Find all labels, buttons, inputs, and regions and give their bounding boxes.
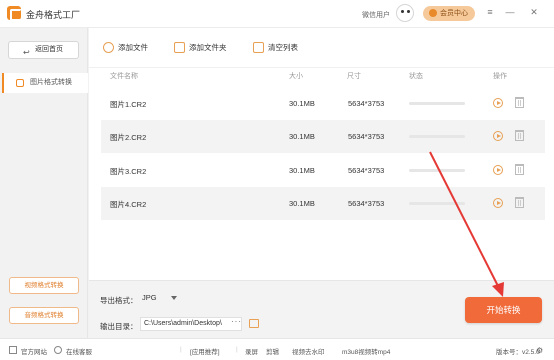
separator: | xyxy=(236,346,238,353)
footer-link-watermark[interactable]: 视频去水印 xyxy=(292,346,325,356)
footer: 官方网站 在线客服 | [应用推荐] | 录屏 剪辑 视频去水印 m3u8视频转… xyxy=(0,338,554,360)
video-convert-button[interactable]: 视频格式转换 xyxy=(9,277,79,294)
header-dimensions: 尺寸 xyxy=(347,73,361,80)
version-label: 版本号：v2.5.0 xyxy=(496,349,540,356)
file-size: 30.1MB xyxy=(289,132,315,141)
close-icon[interactable]: ✕ xyxy=(529,7,539,17)
more-options-button[interactable]: ··· xyxy=(231,317,242,326)
home-icon xyxy=(9,346,17,354)
file-name: 图片3.CR2 xyxy=(110,167,147,176)
progress-bar xyxy=(409,135,465,138)
format-select[interactable]: JPG xyxy=(140,291,180,305)
file-name: 图片4.CR2 xyxy=(110,200,147,209)
menu-icon[interactable]: ≡ xyxy=(485,7,495,17)
settings-gear-icon[interactable]: ⚙ xyxy=(536,346,543,355)
file-dimensions: 5634*3753 xyxy=(348,99,385,108)
footer-link-m3u8[interactable]: m3u8视频转mp4 xyxy=(342,346,390,356)
app-title: 金舟格式工厂 xyxy=(26,10,81,20)
table-row[interactable]: 图片3.CR2 30.1MB 5634*3753 xyxy=(101,154,545,187)
play-icon[interactable] xyxy=(493,198,503,208)
add-folder-label: 添加文件夹 xyxy=(189,43,227,52)
user-name[interactable]: 微信用户 xyxy=(362,10,390,20)
plus-icon xyxy=(103,42,114,53)
vip-center-label: 会员中心 xyxy=(440,10,468,17)
table-header: 文件名称 大小 尺寸 状态 操作 xyxy=(89,68,554,82)
vip-center-button[interactable]: 会员中心 xyxy=(423,6,475,21)
play-icon[interactable] xyxy=(493,98,503,108)
minimize-icon[interactable]: — xyxy=(505,7,515,17)
file-dimensions: 5634*3753 xyxy=(348,199,385,208)
crown-icon xyxy=(429,9,437,17)
back-home-button[interactable]: ↩ 返回首页 xyxy=(8,41,79,59)
header-status: 状态 xyxy=(409,73,423,80)
app-logo-icon xyxy=(7,6,22,21)
add-folder-button[interactable]: 添加文件夹 xyxy=(172,40,227,56)
footer-link-record[interactable]: 录屏 xyxy=(245,346,258,356)
format-value: JPG xyxy=(142,293,157,302)
file-name: 图片2.CR2 xyxy=(110,133,147,142)
play-icon[interactable] xyxy=(493,131,503,141)
file-size: 30.1MB xyxy=(289,99,315,108)
start-convert-button[interactable]: 开始转换 xyxy=(465,297,542,323)
main-panel: 添加文件 添加文件夹 清空列表 文件名称 大小 尺寸 状态 操作 图片1.CR2… xyxy=(89,28,554,338)
toolbar: 添加文件 添加文件夹 清空列表 xyxy=(89,28,554,68)
image-icon xyxy=(16,79,24,87)
clear-list-button[interactable]: 清空列表 xyxy=(251,40,298,56)
separator: | xyxy=(180,346,182,353)
trash-icon[interactable] xyxy=(515,164,524,175)
file-name: 图片1.CR2 xyxy=(110,100,147,109)
sidebar: ↩ 返回首页 图片格式转换 视频格式转换 音频格式转换 xyxy=(0,28,88,338)
avatar[interactable] xyxy=(396,4,414,22)
add-file-label: 添加文件 xyxy=(118,43,148,52)
footer-link-edit[interactable]: 剪辑 xyxy=(266,346,279,356)
broom-icon xyxy=(253,42,264,53)
file-dimensions: 5634*3753 xyxy=(348,166,385,175)
folder-icon[interactable] xyxy=(249,319,259,328)
back-arrow-icon: ↩ xyxy=(23,48,30,57)
trash-icon[interactable] xyxy=(515,130,524,141)
output-dir-label: 输出目录： xyxy=(100,322,138,331)
play-icon[interactable] xyxy=(493,165,503,175)
sidebar-item-image-convert[interactable]: 图片格式转换 xyxy=(2,73,88,93)
back-home-label: 返回首页 xyxy=(35,46,63,53)
header-size: 大小 xyxy=(289,73,303,80)
progress-bar xyxy=(409,202,465,205)
audio-convert-button[interactable]: 音频格式转换 xyxy=(9,307,79,324)
clear-list-label: 清空列表 xyxy=(268,43,298,52)
official-site-link[interactable]: 官方网站 xyxy=(21,346,47,356)
output-settings: 导出格式： JPG 输出目录： C:\Users\admin\Desktop\ … xyxy=(89,280,554,338)
app-recommend-label: [应用推荐] xyxy=(190,349,220,356)
table-row[interactable]: 图片1.CR2 30.1MB 5634*3753 xyxy=(101,87,545,120)
sidebar-item-label: 图片格式转换 xyxy=(30,79,72,86)
header-name: 文件名称 xyxy=(110,73,138,80)
folder-icon xyxy=(174,42,185,53)
headset-icon xyxy=(54,346,62,354)
trash-icon[interactable] xyxy=(515,97,524,108)
progress-bar xyxy=(409,169,465,172)
title-bar: 金舟格式工厂 微信用户 会员中心 ≡ — ✕ xyxy=(0,0,554,28)
output-dir-input[interactable]: C:\Users\admin\Desktop\ xyxy=(140,317,242,331)
add-file-button[interactable]: 添加文件 xyxy=(101,40,148,56)
header-ops: 操作 xyxy=(493,73,507,80)
format-label: 导出格式： xyxy=(100,296,138,305)
file-size: 30.1MB xyxy=(289,166,315,175)
file-size: 30.1MB xyxy=(289,199,315,208)
trash-icon[interactable] xyxy=(515,197,524,208)
file-dimensions: 5634*3753 xyxy=(348,132,385,141)
progress-bar xyxy=(409,102,465,105)
table-row[interactable]: 图片2.CR2 30.1MB 5634*3753 xyxy=(101,120,545,153)
table-row[interactable]: 图片4.CR2 30.1MB 5634*3753 xyxy=(101,187,545,220)
online-service-link[interactable]: 在线客服 xyxy=(66,346,92,356)
chevron-down-icon xyxy=(171,296,177,300)
